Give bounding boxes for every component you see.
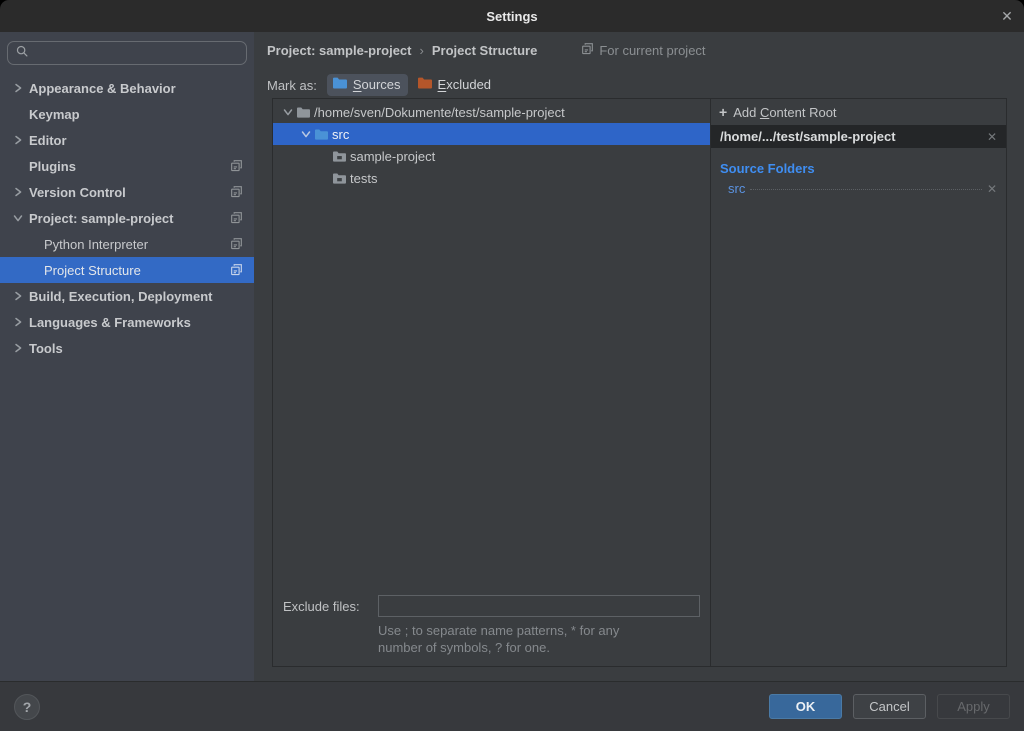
mark-as-toolbar: Mark as: Sources Excluded — [267, 72, 1024, 98]
chevron-right-icon[interactable] — [12, 186, 29, 198]
mark-as-excluded-button[interactable]: Excluded — [412, 74, 498, 96]
excluded-label: Excluded — [438, 77, 491, 92]
sidebar-item-version-control[interactable]: Version Control — [0, 179, 254, 205]
dialog-footer: ? OK Cancel Apply — [0, 681, 1024, 731]
sidebar-item-python-interpreter[interactable]: Python Interpreter — [0, 231, 254, 257]
mark-as-label: Mark as: — [267, 78, 317, 93]
chevron-right-icon[interactable] — [12, 82, 29, 94]
tree-row-sample-project[interactable]: sample-project — [273, 145, 710, 167]
search-box[interactable] — [7, 41, 247, 65]
folder-icon — [332, 172, 350, 185]
chevron-placeholder — [12, 108, 29, 120]
chevron-down-icon[interactable] — [297, 128, 314, 140]
remove-source-folder-icon[interactable]: ✕ — [987, 182, 997, 196]
settings-nav: Appearance & Behavior Keymap Editor Plugins… — [0, 75, 254, 681]
search-input[interactable] — [34, 46, 239, 61]
sidebar-item-label: Build, Execution, Deployment — [29, 289, 212, 304]
excluded-folder-icon — [417, 76, 433, 93]
settings-sidebar: Appearance & Behavior Keymap Editor Plugins… — [0, 32, 254, 681]
content-root-tree-panel: /home/sven/Dokumente/test/sample-project… — [272, 98, 711, 667]
chevron-right-icon[interactable] — [12, 316, 29, 328]
chevron-right-icon[interactable] — [12, 342, 29, 354]
chevron-right-icon[interactable] — [12, 290, 29, 302]
sidebar-item-editor[interactable]: Editor — [0, 127, 254, 153]
sidebar-item-label: Project: sample-project — [29, 211, 174, 226]
tree-row-label: /home/sven/Dokumente/test/sample-project — [314, 105, 565, 120]
apply-button[interactable]: Apply — [937, 694, 1010, 719]
tree-row-label: sample-project — [350, 149, 435, 164]
source-folders-title: Source Folders — [720, 161, 1006, 176]
breadcrumb-project[interactable]: Project: sample-project — [267, 43, 412, 58]
add-content-root-label: Add Content Root — [733, 105, 836, 120]
sidebar-item-build-execution-deployment[interactable]: Build, Execution, Deployment — [0, 283, 254, 309]
sidebar-item-project-structure[interactable]: Project Structure — [0, 257, 254, 283]
breadcrumb-separator: › — [420, 43, 424, 58]
help-button[interactable]: ? — [14, 694, 40, 720]
sidebar-item-keymap[interactable]: Keymap — [0, 101, 254, 127]
folder-icon — [296, 106, 314, 119]
exclude-files-section: Exclude files: Use ; to separate name pa… — [273, 595, 710, 666]
tree-row-label: tests — [350, 171, 377, 186]
sidebar-item-label: Python Interpreter — [44, 237, 148, 252]
source-folders-list: src ✕ — [711, 181, 1006, 196]
tree-row-label: src — [332, 127, 349, 142]
plus-icon: + — [719, 104, 727, 120]
breadcrumb-page: Project Structure — [432, 43, 537, 58]
per-project-icon — [230, 159, 243, 175]
main-panel: Project: sample-project › Project Struct… — [254, 32, 1024, 681]
for-current-project-note: For current project — [581, 42, 705, 58]
chevron-right-icon[interactable] — [12, 134, 29, 146]
search-icon — [15, 44, 29, 63]
tree-row-home-sven-dokumente-test-sample-project[interactable]: /home/sven/Dokumente/test/sample-project — [273, 101, 710, 123]
chevron-down-icon[interactable] — [279, 106, 296, 118]
content-root-entry[interactable]: /home/.../test/sample-project ✕ — [711, 125, 1006, 148]
sidebar-item-label: Languages & Frameworks — [29, 315, 191, 330]
sidebar-item-label: Project Structure — [44, 263, 141, 278]
add-content-root-button[interactable]: + Add Content Root — [711, 99, 1006, 125]
sidebar-item-appearance-behavior[interactable]: Appearance & Behavior — [0, 75, 254, 101]
content-roots-tree: /home/sven/Dokumente/test/sample-project… — [273, 99, 710, 189]
breadcrumb: Project: sample-project › Project Struct… — [267, 39, 1010, 61]
sidebar-item-languages-frameworks[interactable]: Languages & Frameworks — [0, 309, 254, 335]
content-root-path: /home/.../test/sample-project — [720, 129, 896, 144]
chevron-placeholder — [12, 160, 29, 172]
exclude-files-input[interactable] — [378, 595, 700, 617]
sidebar-item-label: Keymap — [29, 107, 80, 122]
sidebar-item-label: Editor — [29, 133, 67, 148]
settings-dialog: Settings ✕ Appearance & Behavior Keymap Ed… — [0, 0, 1024, 731]
close-icon[interactable]: ✕ — [996, 5, 1018, 27]
exclude-files-label: Exclude files: — [283, 599, 378, 614]
sidebar-item-label: Plugins — [29, 159, 76, 174]
root-properties-panel: + Add Content Root /home/.../test/sample… — [711, 98, 1007, 667]
dialog-title: Settings — [486, 9, 537, 24]
sidebar-item-label: Tools — [29, 341, 63, 356]
per-project-icon — [230, 211, 243, 227]
sources-label: Sources — [353, 77, 401, 92]
folder-icon — [332, 150, 350, 163]
sidebar-item-project-sample-project[interactable]: Project: sample-project — [0, 205, 254, 231]
sidebar-item-tools[interactable]: Tools — [0, 335, 254, 361]
per-project-icon — [230, 263, 243, 279]
sidebar-item-label: Version Control — [29, 185, 126, 200]
per-project-icon — [230, 185, 243, 201]
mark-as-sources-button[interactable]: Sources — [327, 74, 408, 96]
tree-row-tests[interactable]: tests — [273, 167, 710, 189]
per-project-icon — [581, 42, 594, 58]
chevron-down-icon[interactable] — [12, 212, 29, 224]
dotted-leader — [750, 189, 982, 190]
sidebar-item-plugins[interactable]: Plugins — [0, 153, 254, 179]
remove-content-root-icon[interactable]: ✕ — [987, 130, 997, 144]
per-project-icon — [230, 237, 243, 253]
ok-button[interactable]: OK — [769, 694, 842, 719]
sources-folder-icon — [332, 76, 348, 93]
folder-icon — [314, 128, 332, 141]
tree-row-src[interactable]: src — [273, 123, 710, 145]
exclude-files-hint: Use ; to separate name patterns, * for a… — [378, 623, 700, 657]
titlebar: Settings ✕ — [0, 0, 1024, 32]
source-folder-label: src — [728, 181, 745, 196]
cancel-button[interactable]: Cancel — [853, 694, 926, 719]
source-folder-entry-src[interactable]: src ✕ — [728, 181, 997, 196]
sidebar-item-label: Appearance & Behavior — [29, 81, 176, 96]
